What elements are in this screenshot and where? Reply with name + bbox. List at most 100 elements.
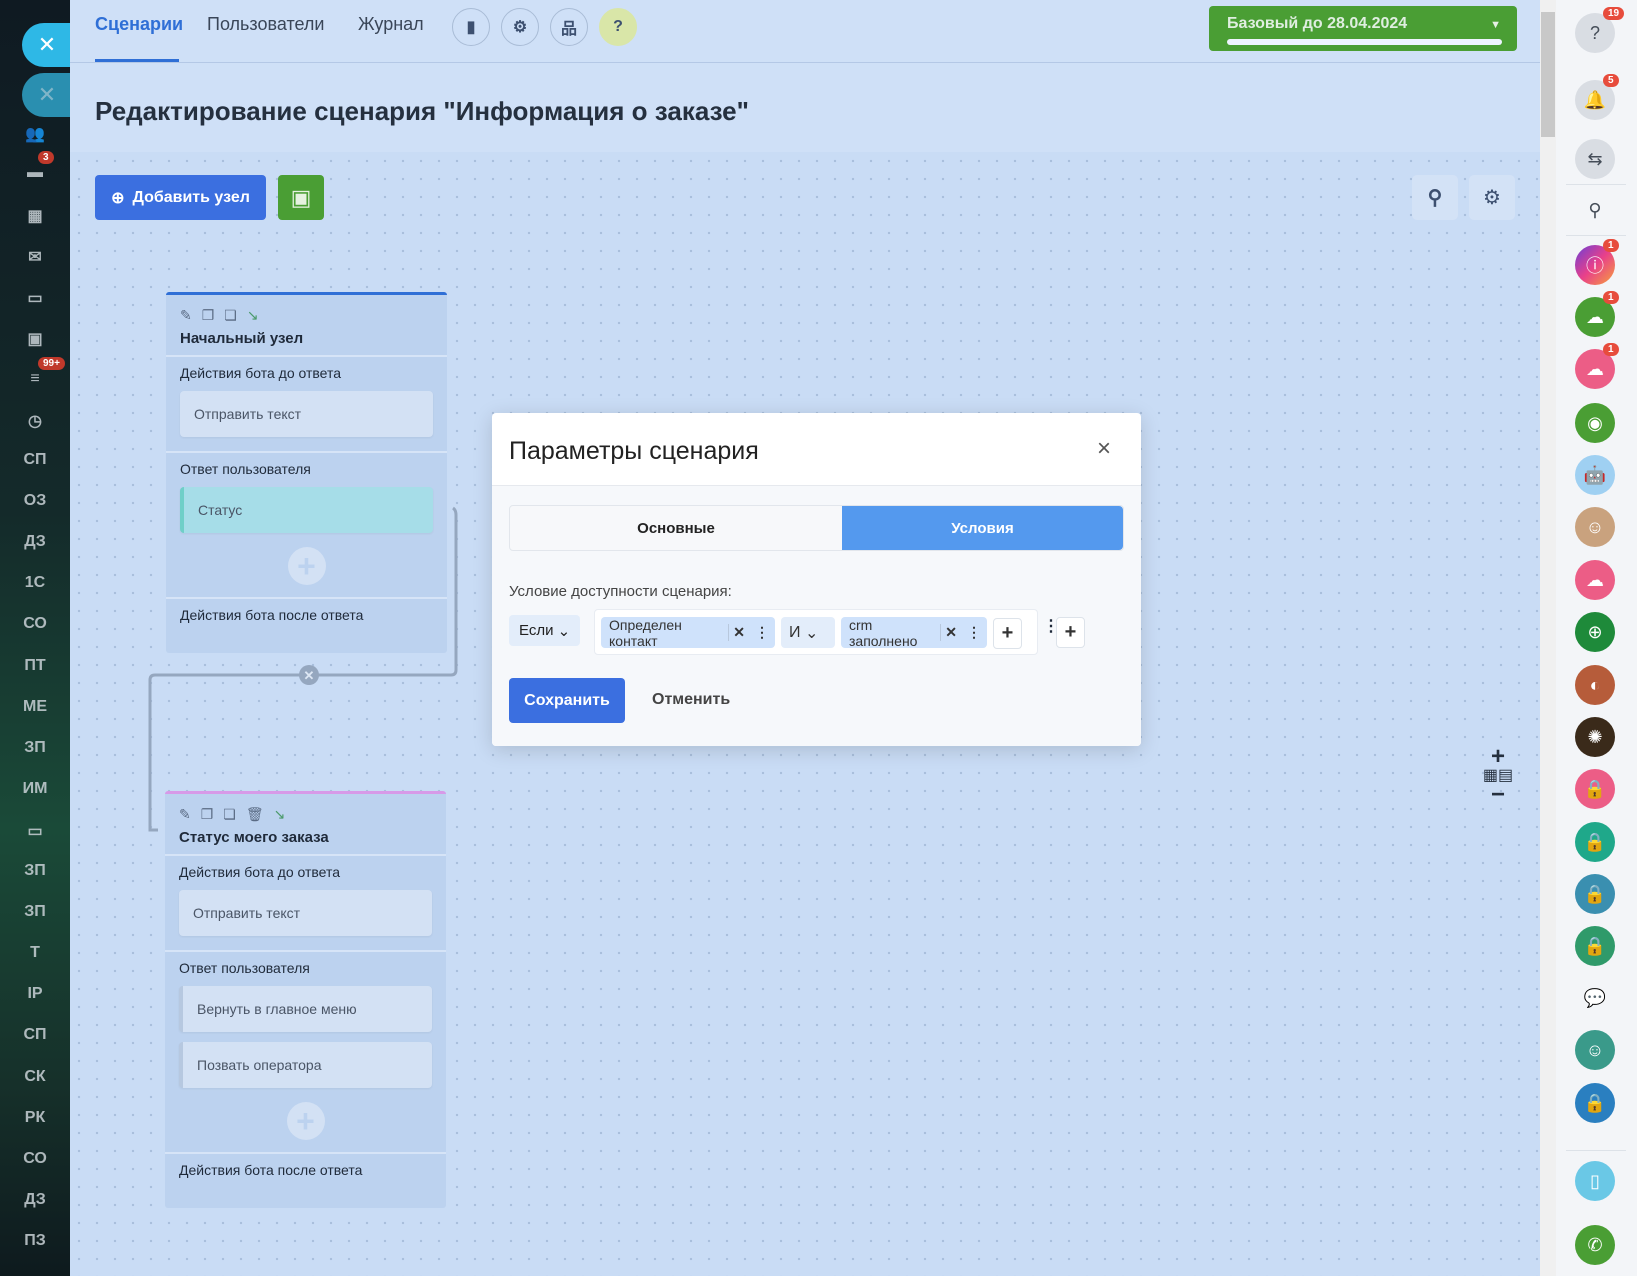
window-icon[interactable]: ▭ [0, 821, 70, 841]
remove-icon[interactable]: ✕ [728, 624, 749, 641]
sidebar-item[interactable]: МЕ [0, 698, 70, 716]
tab-conditions[interactable]: Условия [842, 506, 1123, 550]
scrollbar-thumb[interactable] [1541, 12, 1555, 137]
gear-icon[interactable]: ⚙ [501, 8, 539, 46]
phone-icon[interactable]: ✆ [1575, 1225, 1615, 1265]
add-answer-button[interactable]: + [287, 547, 326, 585]
cloud-clock-icon[interactable]: ☁ 1 [1575, 291, 1619, 337]
sidebar-item[interactable]: ДЗ [0, 1191, 70, 1209]
action-item[interactable]: Отправить текст [179, 890, 432, 936]
sitemap-icon[interactable]: 品 [550, 8, 588, 46]
sidebar-item[interactable]: ЗП [0, 903, 70, 921]
zoom-out-icon[interactable]: − [1478, 783, 1518, 807]
more-icon[interactable]: ⋮ [961, 624, 987, 641]
scrollbar[interactable] [1540, 0, 1556, 1276]
condition-chip-contact[interactable]: Определен контакт ✕ ⋮ [601, 617, 775, 649]
close-panel-button-2[interactable]: ✕ [22, 73, 72, 117]
tab-scenarios[interactable]: Сценарии [95, 14, 183, 35]
answer-item[interactable]: Позвать оператора [179, 1042, 432, 1088]
lock-icon[interactable]: 🔒 [1575, 822, 1615, 862]
close-icon[interactable]: × [1097, 435, 1111, 463]
add-answer-button[interactable]: + [286, 1102, 325, 1140]
resize-icon[interactable]: ↘ [247, 307, 259, 324]
users-icon[interactable]: 👥 [0, 124, 70, 144]
clock-icon[interactable]: ◷ [0, 411, 70, 431]
node-order-status[interactable]: ✎ ❐ ❏ 🗑 ↘ Статус моего заказа Действия бота до… [165, 791, 446, 1208]
sidebar-item[interactable]: ЗП [0, 739, 70, 757]
sidebar-item[interactable]: ЗП [0, 862, 70, 880]
lock-icon[interactable]: 🔒 [1575, 874, 1615, 914]
sidebar-item[interactable]: СП [0, 1026, 70, 1044]
chat-app-icon[interactable]: 💬 [1575, 978, 1615, 1018]
resize-icon[interactable]: ↘ [274, 806, 286, 823]
android-icon[interactable]: ◉ [1575, 403, 1615, 443]
copy-icon[interactable]: ❐ [202, 307, 215, 324]
action-item[interactable]: Отправить текст [180, 391, 433, 437]
edit-icon[interactable]: ✎ [180, 307, 192, 324]
save-icon[interactable]: ▣ [278, 175, 324, 220]
sidebar-item[interactable]: 1С [0, 574, 70, 592]
add-node-button[interactable]: ⊕ Добавить узел [95, 175, 266, 220]
plan-dropdown[interactable]: Базовый до 28.04.2024 ▼ [1209, 6, 1517, 51]
group-avatar-icon[interactable]: ☺ [1575, 507, 1615, 547]
add-group-icon[interactable]: + [1056, 617, 1085, 648]
sidebar-item[interactable]: Т [0, 944, 70, 962]
answer-item[interactable]: Вернуть в главное меню [179, 986, 432, 1032]
avatar-icon[interactable]: ✺ [1575, 717, 1615, 757]
condition-chip-crm[interactable]: crm заполнено ✕ ⋮ [841, 617, 987, 649]
sidebar-item[interactable]: ОЗ [0, 492, 70, 510]
lock-icon[interactable]: 🔒 [1575, 926, 1615, 966]
edit-icon[interactable]: ✎ [179, 806, 191, 823]
sidebar-item[interactable]: РК [0, 1109, 70, 1127]
chat-icon[interactable]: ▮ [452, 8, 490, 46]
bell-icon[interactable]: 🔔 5 [1575, 74, 1619, 120]
sidebar-item[interactable]: СО [0, 615, 70, 633]
answer-item[interactable]: Статус [180, 487, 433, 533]
sidebar-item[interactable]: СО [0, 1150, 70, 1168]
sidebar-item[interactable]: ИМ [0, 780, 70, 798]
zoom-in-icon[interactable]: + [1478, 745, 1518, 769]
lock-icon[interactable]: 🔒 [1575, 769, 1615, 809]
duplicate-icon[interactable]: ❏ [223, 806, 236, 823]
help-icon[interactable]: ? [599, 8, 637, 46]
tab-main[interactable]: Основные [510, 506, 842, 550]
support-icon[interactable]: ☺ [1575, 1030, 1615, 1070]
help-icon[interactable]: ? 19 [1575, 7, 1625, 53]
bot-icon[interactable]: 🤖 [1575, 455, 1615, 495]
cloud-clock-icon[interactable]: ☁ 1 [1575, 343, 1619, 389]
sidebar-item[interactable]: СК [0, 1068, 70, 1086]
avatar-icon[interactable]: ◐ [1575, 665, 1615, 705]
chat-icon[interactable]: ▬ [0, 164, 70, 182]
sidebar-item[interactable]: ПЗ [0, 1232, 70, 1250]
close-panel-button[interactable]: ✕ [22, 23, 72, 67]
contact-card-icon[interactable]: ▣ [0, 329, 70, 349]
app-icon[interactable]: ⊕ [1575, 612, 1615, 652]
if-select[interactable]: Если ⌄ [509, 615, 581, 646]
settings-icon[interactable]: ⚙ [1469, 175, 1515, 220]
node-start[interactable]: ✎ ❐ ❏ ↘ Начальный узел Действия бота до ответ… [166, 292, 447, 653]
remove-icon[interactable]: ✕ [940, 624, 961, 641]
calendar-icon[interactable]: ▦ [0, 206, 70, 226]
mail-icon[interactable]: ✉ [0, 247, 70, 267]
save-button[interactable]: Сохранить [509, 678, 625, 723]
sidebar-item[interactable]: СП [0, 451, 70, 469]
cloud-clock-icon[interactable]: ☁ [1575, 560, 1615, 600]
inbox-icon[interactable]: ▭ [0, 288, 70, 308]
tab-users[interactable]: Пользователи [207, 14, 324, 35]
chat-transfer-icon[interactable]: ⇆ [1575, 139, 1615, 179]
instagram-icon[interactable]: ⓘ 1 [1575, 239, 1619, 285]
phone-app-icon[interactable]: ▯ [1575, 1161, 1615, 1201]
lock-icon[interactable]: 🔒 [1575, 1083, 1615, 1123]
cancel-button[interactable]: Отменить [652, 691, 730, 709]
operator-select[interactable]: И ⌄ [781, 617, 835, 648]
sidebar-item[interactable]: ПТ [0, 657, 70, 675]
search-icon[interactable]: ⚲ [1412, 175, 1458, 220]
filter-icon[interactable]: ≡ [0, 370, 70, 388]
add-condition-icon[interactable]: + [993, 618, 1022, 649]
tab-journal[interactable]: Журнал [358, 14, 424, 35]
sidebar-item[interactable]: IP [0, 985, 70, 1003]
sidebar-item[interactable]: ДЗ [0, 533, 70, 551]
search-icon[interactable]: ⚲ [1575, 190, 1615, 230]
more-icon[interactable]: ⋮ [749, 624, 775, 641]
trash-icon[interactable]: 🗑 [246, 806, 264, 823]
